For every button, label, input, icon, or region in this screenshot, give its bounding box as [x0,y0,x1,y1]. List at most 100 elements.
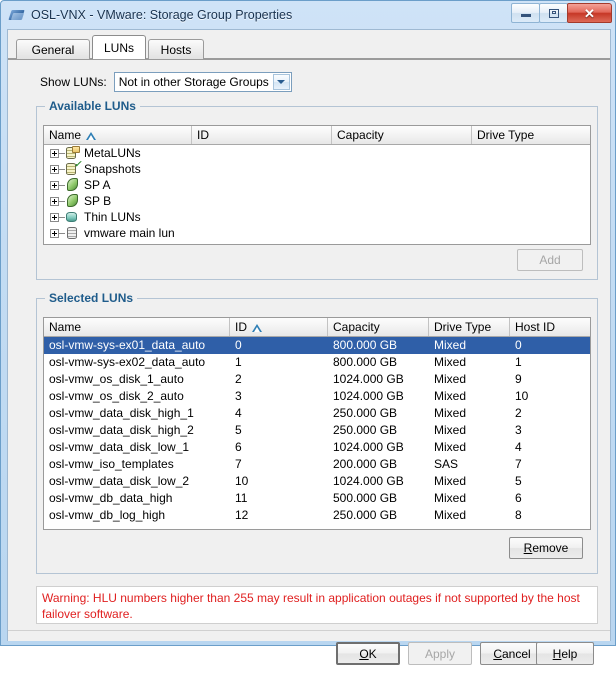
selected-col-id[interactable]: ID [230,318,328,336]
available-col-capacity[interactable]: Capacity [332,126,472,144]
selected-col-capacity[interactable]: Capacity [328,318,429,336]
cell-name: osl-vmw_data_disk_high_1 [49,406,194,420]
add-button[interactable]: Add [517,249,583,271]
expander-icon[interactable] [50,212,59,222]
cell-id: 5 [235,423,242,437]
expander-icon[interactable] [50,148,59,158]
table-row[interactable]: osl-vmw_db_log_high 12 250.000 GB Mixed 8 [44,507,590,524]
cell-capacity: 800.000 GB [333,355,398,369]
tree-item-sp-a[interactable]: SP A [44,177,590,193]
available-col-name[interactable]: Name [44,126,192,144]
table-row[interactable]: osl-vmw_data_disk_low_2 10 1024.000 GB Mixe… [44,473,590,490]
show-luns-row: Show LUNs: Not in other Storage Groups [40,72,292,92]
cell-name: osl-vmw-sys-ex01_data_auto [49,338,206,352]
dropdown-arrow-button[interactable] [272,74,290,90]
tab-general[interactable]: General [16,39,90,59]
cell-name: osl-vmw_os_disk_1_auto [49,372,184,386]
ascending-triangle-icon [86,132,97,140]
cell-drive-type: Mixed [434,406,467,420]
tree-item-label: SP B [84,194,112,208]
cell-host-id: 3 [515,423,522,437]
tree-item-vmware-main-lun[interactable]: vmware main lun [44,225,590,241]
cell-drive-type: Mixed [434,338,467,352]
cancel-button[interactable]: Cancel [480,642,544,665]
table-row[interactable]: osl-vmw_os_disk_1_auto 2 1024.000 GB Mixed 9 [44,371,590,388]
cell-capacity: 250.000 GB [333,406,398,420]
ascending-triangle-icon [252,324,262,332]
maximize-button[interactable] [539,3,568,23]
cell-host-id: 5 [515,474,522,488]
selected-luns-rows: osl-vmw-sys-ex01_data_auto 0 800.000 GB Mix… [44,337,590,529]
expander-icon[interactable] [50,196,59,206]
vmware-app-icon [8,7,25,23]
available-luns-tree[interactable]: Name ID Capacity Drive Type MetaLUNs ✓ S… [43,125,591,245]
tree-item-thin-luns[interactable]: Thin LUNs [44,209,590,225]
cell-capacity: 250.000 GB [333,508,398,522]
cell-capacity: 250.000 GB [333,423,398,437]
dialog-window: OSL-VNX - VMware: Storage Group Properti… [0,0,616,665]
disk-gray-icon [65,226,80,240]
cell-host-id: 0 [515,338,522,352]
minimize-button[interactable] [511,3,540,23]
table-row[interactable]: osl-vmw_data_disk_low_1 6 1024.000 GB Mixed… [44,439,590,456]
cell-drive-type: Mixed [434,389,467,403]
chevron-down-icon [277,80,286,84]
maximize-icon [548,8,559,18]
cell-name: osl-vmw_os_disk_2_auto [49,389,184,403]
minimize-icon [520,14,531,17]
ok-button[interactable]: OK [336,642,400,665]
cell-capacity: 1024.000 GB [333,372,404,386]
help-button[interactable]: Help [536,642,594,665]
luns-tab-panel: Show LUNs: Not in other Storage Groups A… [8,59,610,665]
table-row[interactable]: osl-vmw_data_disk_high_1 4 250.000 GB Mixed… [44,405,590,422]
close-button[interactable]: ✕ [567,3,612,23]
tree-item-sp-b[interactable]: SP B [44,193,590,209]
tab-luns[interactable]: LUNs [92,35,146,59]
tab-hosts[interactable]: Hosts [148,39,204,59]
cell-host-id: 6 [515,491,522,505]
cell-capacity: 1024.000 GB [333,474,404,488]
cell-capacity: 800.000 GB [333,338,398,352]
cell-id: 0 [235,338,242,352]
tree-item-metaluns[interactable]: MetaLUNs [44,145,590,161]
cell-drive-type: Mixed [434,372,467,386]
table-row[interactable]: osl-vmw_data_disk_high_2 5 250.000 GB Mixed… [44,422,590,439]
apply-button[interactable]: Apply [408,642,472,665]
window-controls: ✕ [511,3,612,23]
available-col-id[interactable]: ID [192,126,332,144]
cell-drive-type: Mixed [434,423,467,437]
cell-capacity: 1024.000 GB [333,389,404,403]
cell-host-id: 2 [515,406,522,420]
expander-icon[interactable] [50,228,59,238]
table-row[interactable]: osl-vmw-sys-ex02_data_auto 1 800.000 GB Mix… [44,354,590,371]
cell-id: 10 [235,474,249,488]
cell-capacity: 500.000 GB [333,491,398,505]
table-row[interactable]: osl-vmw-sys-ex01_data_auto 0 800.000 GB Mix… [44,337,590,354]
available-luns-legend: Available LUNs [45,99,140,113]
selected-luns-group: Selected LUNs Name ID Capacity Drive Typ… [36,291,598,574]
show-luns-dropdown[interactable]: Not in other Storage Groups [113,72,292,92]
cell-capacity: 200.000 GB [333,457,398,471]
disk-folder-icon [65,146,80,160]
available-luns-header-row: Name ID Capacity Drive Type [44,126,590,145]
remove-button[interactable]: Remove [509,537,583,559]
cell-host-id: 10 [515,389,529,403]
tree-item-snapshots[interactable]: ✓ Snapshots [44,160,590,177]
cell-host-id: 9 [515,372,522,386]
cell-id: 1 [235,355,242,369]
selected-col-drivetype[interactable]: Drive Type [429,318,510,336]
table-row[interactable]: osl-vmw_iso_templates 7 200.000 GB SAS 7 [44,456,590,473]
cell-capacity: 1024.000 GB [333,440,404,454]
selected-luns-table[interactable]: Name ID Capacity Drive Type Host ID osl-… [43,317,591,530]
sp-green-icon [65,194,80,208]
table-row[interactable]: osl-vmw_os_disk_2_auto 3 1024.000 GB Mixed 1… [44,388,590,405]
cell-host-id: 7 [515,457,522,471]
table-row[interactable]: osl-vmw_db_data_high 11 500.000 GB Mixed 6 [44,490,590,507]
selected-col-hostid[interactable]: Host ID [510,318,590,336]
selected-col-name[interactable]: Name [44,318,230,336]
tree-item-label: MetaLUNs [84,146,141,160]
available-col-drivetype[interactable]: Drive Type [472,126,590,144]
expander-icon[interactable] [50,164,59,174]
expander-icon[interactable] [50,180,59,190]
show-luns-value: Not in other Storage Groups [118,75,269,89]
